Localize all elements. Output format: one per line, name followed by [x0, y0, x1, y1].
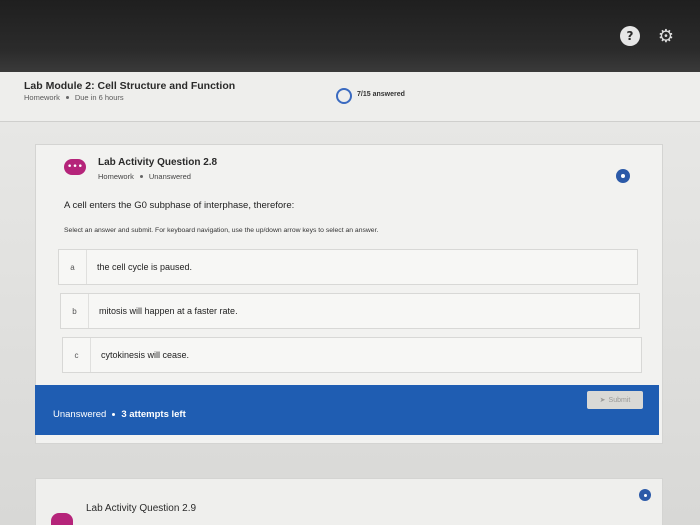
question-status: Unanswered	[148, 172, 191, 181]
answer-state: Unanswered	[53, 409, 107, 420]
question-info-button[interactable]	[616, 169, 630, 183]
answer-option-c[interactable]: c cytokinesis will cease.	[62, 337, 642, 373]
status-bar: ➤ Submit Unanswered 3 attempts left	[35, 385, 659, 435]
question-avatar-icon	[51, 513, 73, 525]
answer-letter: a	[59, 250, 87, 284]
gear-icon[interactable]: ⚙	[656, 26, 676, 47]
submit-button[interactable]: ➤ Submit	[587, 391, 643, 409]
attempt-status: Unanswered 3 attempts left	[53, 409, 186, 420]
separator-dot	[112, 413, 116, 416]
attempts-left: 3 attempts left	[121, 409, 186, 420]
module-meta: Homework Due in 6 hours	[24, 93, 124, 102]
module-header: Lab Module 2: Cell Structure and Functio…	[0, 72, 700, 122]
progress-text: 7/15 answered	[357, 91, 405, 98]
question-avatar-icon: •••	[64, 159, 86, 175]
module-type: Homework	[24, 93, 60, 102]
answer-letter: c	[63, 338, 91, 372]
submit-label: Submit	[608, 396, 631, 404]
question-title: Lab Activity Question 2.8	[98, 157, 218, 168]
help-icon[interactable]: ?	[620, 26, 640, 46]
question-type: Homework	[98, 172, 134, 181]
question-info-button[interactable]	[639, 489, 651, 501]
module-due: Due in 6 hours	[74, 93, 124, 102]
top-bar: ? ⚙	[0, 0, 700, 72]
answer-option-b[interactable]: b mitosis will happen at a faster rate.	[60, 293, 640, 329]
assignment-page: Lab Module 2: Cell Structure and Functio…	[0, 72, 700, 525]
progress-ring-icon	[336, 88, 352, 104]
answer-text: cytokinesis will cease.	[101, 350, 190, 360]
next-question-title: Lab Activity Question 2.9	[86, 503, 197, 514]
question-prompt: A cell enters the G0 subphase of interph…	[64, 200, 295, 211]
module-title: Lab Module 2: Cell Structure and Functio…	[24, 80, 236, 92]
question-meta: Homework Unanswered	[98, 172, 191, 181]
answer-letter: b	[61, 294, 89, 328]
next-question-card[interactable]: Lab Activity Question 2.9	[35, 478, 663, 525]
answer-text: mitosis will happen at a faster rate.	[99, 306, 238, 316]
send-icon: ➤	[599, 397, 606, 404]
separator-dot	[139, 175, 143, 178]
answer-text: the cell cycle is paused.	[97, 262, 193, 272]
separator-dot	[65, 96, 69, 99]
question-instructions: Select an answer and submit. For keyboar…	[64, 227, 379, 234]
answer-option-a[interactable]: a the cell cycle is paused.	[58, 249, 638, 285]
